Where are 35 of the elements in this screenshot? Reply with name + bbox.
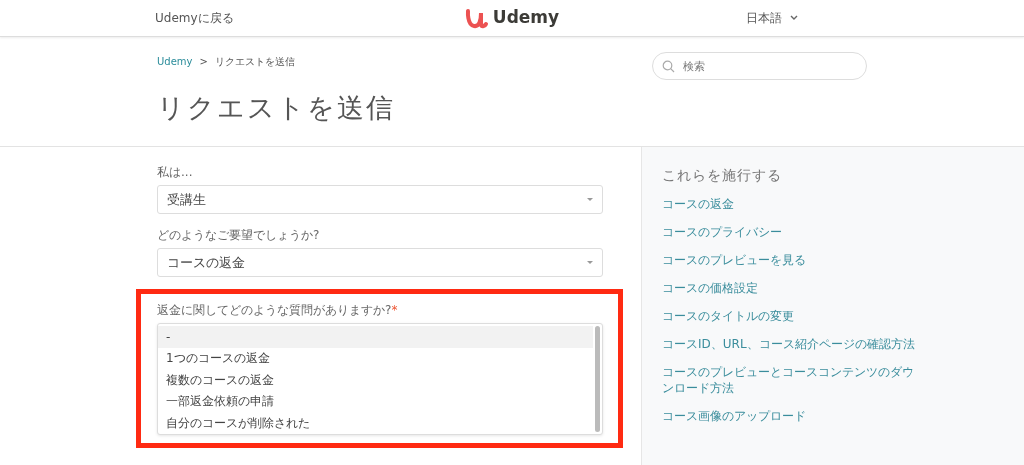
field-label: 返金に関してどのような質問がありますか?* — [157, 302, 399, 319]
breadcrumb-link[interactable]: Udemy — [157, 54, 193, 69]
sidebar-link[interactable]: コースの返金 — [662, 195, 924, 212]
sidebar-link[interactable]: コースのタイトルの変更 — [662, 307, 924, 324]
logo-text: Udemy — [492, 6, 560, 30]
language-dropdown[interactable]: 日本語 — [746, 9, 798, 27]
scrollbar-thumb[interactable] — [595, 326, 600, 432]
chevron-down-icon — [790, 15, 798, 21]
breadcrumb-separator: > — [199, 55, 208, 69]
sidebar-link[interactable]: コースのプレビューとコースコンテンツのダウンロード方法 — [662, 363, 924, 396]
sidebar-link[interactable]: コースの価格設定 — [662, 279, 924, 296]
list-option[interactable]: 一部返金依頼の申請 — [158, 390, 593, 412]
listbox[interactable]: - 1つのコースの返金 複数のコースの返金 一部返金依頼の申請 自分のコースが削除された — [157, 323, 603, 435]
field-label: どのようなご要望でしょうか? — [157, 227, 321, 244]
field-label: 私は... — [157, 164, 194, 181]
back-link[interactable]: Udemyに戻る — [155, 9, 234, 27]
page-title: リクエストを送信 — [157, 92, 395, 125]
logo-icon — [464, 7, 489, 29]
sidebar-title: これらを施行する — [662, 167, 783, 184]
search-field[interactable]: 検索 — [652, 52, 867, 80]
search-icon — [662, 60, 675, 73]
list-option[interactable]: - — [158, 326, 593, 348]
sidebar-link[interactable]: コースのプレビューを見る — [662, 251, 924, 268]
select-field[interactable]: 受講生 — [157, 185, 603, 214]
sidebar-link[interactable]: コースID、URL、コース紹介ページの確認方法 — [662, 335, 924, 352]
caret-icon — [587, 198, 593, 201]
list-option[interactable]: 自分のコースが削除された — [158, 412, 593, 434]
select-field[interactable]: コースの返金 — [157, 248, 603, 277]
sidebar-link[interactable]: コースのプライバシー — [662, 223, 924, 240]
list-option[interactable]: 複数のコースの返金 — [158, 369, 593, 391]
breadcrumb-current: リクエストを送信 — [214, 55, 295, 69]
caret-icon — [587, 261, 593, 264]
list-option[interactable]: 1つのコースの返金 — [158, 347, 593, 369]
sidebar-link[interactable]: コース画像のアップロード — [662, 407, 924, 424]
required-mark: * — [391, 303, 398, 317]
